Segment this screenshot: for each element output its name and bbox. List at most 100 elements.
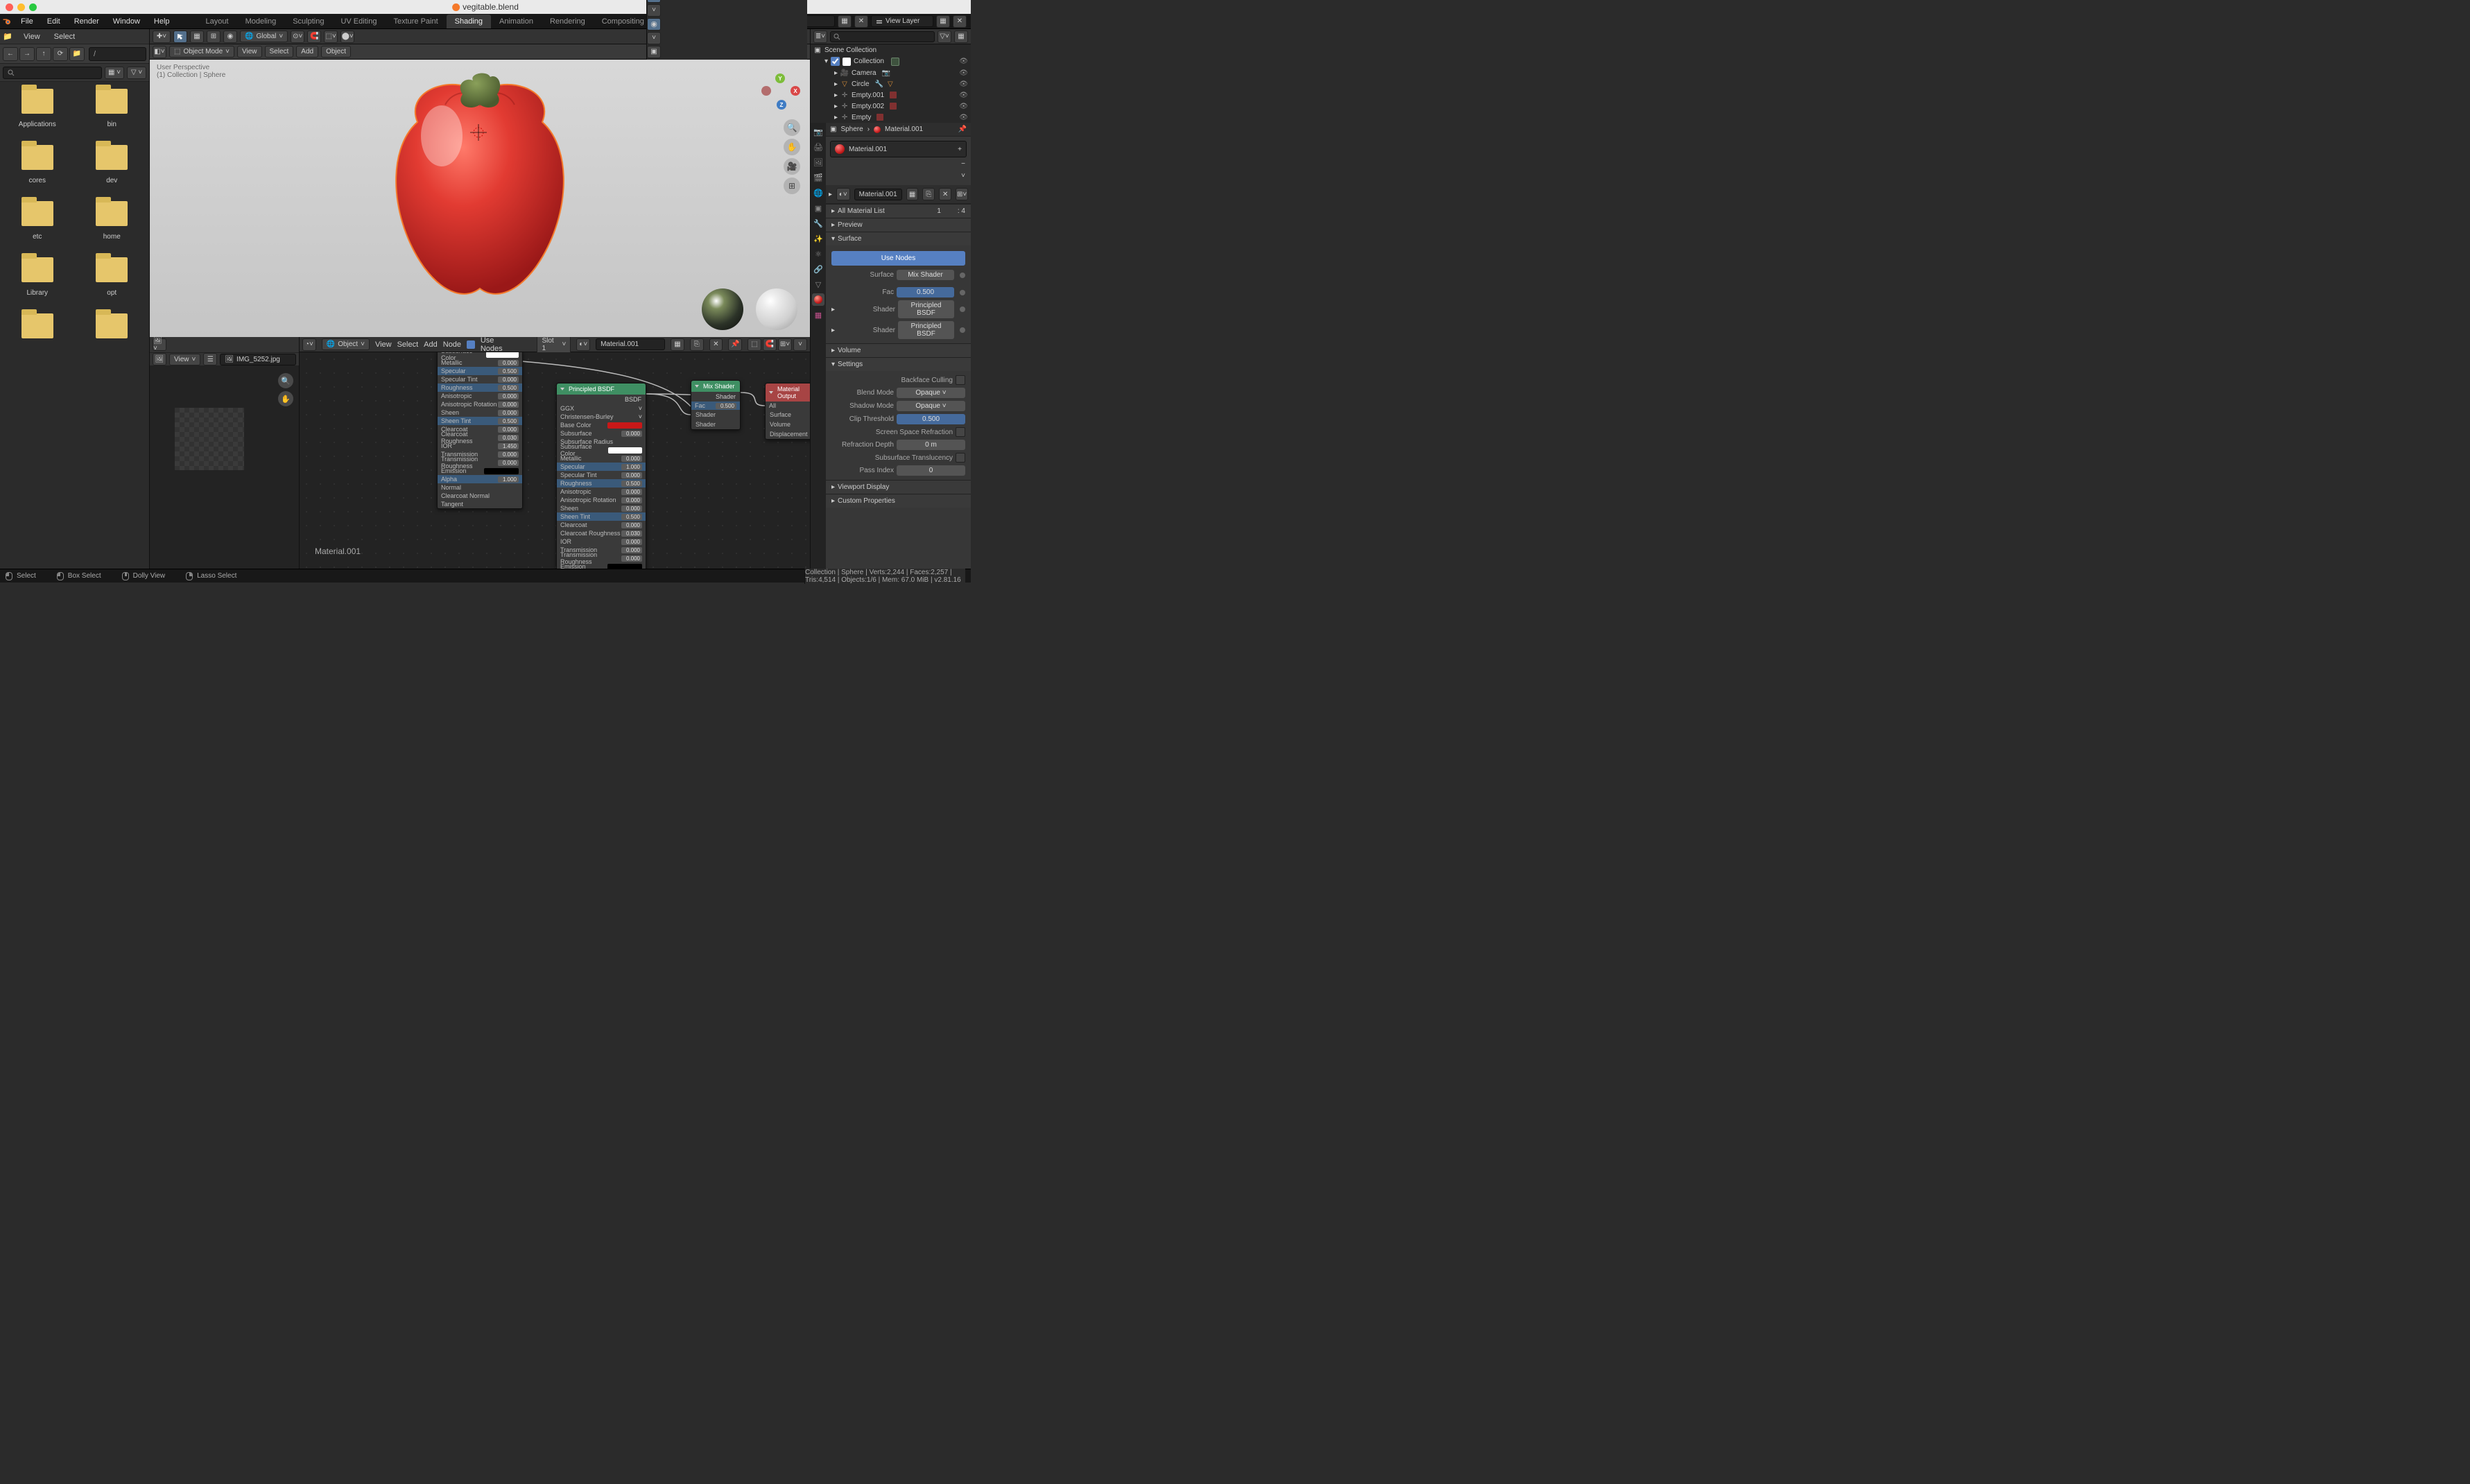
snap-element-button[interactable]: ▦ (190, 31, 204, 43)
path-field[interactable]: / (89, 47, 146, 61)
image-name-field[interactable]: 🖼 IMG_5252.jpg (220, 354, 296, 365)
tab-output[interactable]: 🖨 (812, 141, 824, 153)
image-zoom-button[interactable]: 🔍 (278, 373, 293, 388)
vp-menu-add[interactable]: Add (296, 46, 318, 58)
folder-library[interactable]: Library (6, 257, 69, 297)
visibility-toggle[interactable]: 👁 (959, 103, 968, 110)
folder-cores[interactable]: cores (6, 145, 69, 184)
shader-type-dropdown[interactable]: 🌐 Object ˅ (322, 338, 370, 350)
socket-dot[interactable] (960, 307, 965, 312)
blend-mode-dropdown[interactable]: Opaque ˅ (897, 388, 965, 398)
ne-sidebar-button[interactable]: ˅ (793, 338, 807, 351)
workspace-tab-rendering[interactable]: Rendering (542, 15, 594, 28)
output-surface-socket[interactable]: Surface (766, 410, 810, 420)
material-new-button[interactable]: ▦ (671, 338, 684, 351)
folder-opt[interactable]: opt (80, 257, 144, 297)
nav-forward-button[interactable]: → (19, 47, 35, 61)
node-input-sheen-tint[interactable]: Sheen Tint0.500 (438, 417, 522, 425)
workspace-tab-animation[interactable]: Animation (491, 15, 542, 28)
node-input-ior[interactable]: IOR0.000 (557, 537, 646, 546)
node-input-anisotropic[interactable]: Anisotropic0.000 (557, 488, 646, 496)
minimize-window-button[interactable] (17, 3, 25, 11)
folder-bin[interactable]: bin (80, 89, 144, 128)
node-input-clearcoat[interactable]: Clearcoat0.000 (557, 521, 646, 529)
node-principled-partial[interactable]: Subsurface ColorMetallic0.000Specular0.5… (437, 352, 523, 509)
outliner-filter-button[interactable]: ▽˅ (938, 31, 951, 43)
material-pin-button[interactable]: 📌 (728, 338, 742, 351)
image-viewport[interactable]: 🔍 ✋ (150, 366, 299, 569)
transform-orientation-dropdown[interactable]: 🌐 Global ˅ (240, 31, 288, 42)
overlays-toggle[interactable]: ◉ (647, 18, 661, 31)
workspace-tab-modeling[interactable]: Modeling (237, 15, 285, 28)
image-pan-button[interactable]: ✋ (278, 391, 293, 406)
nav-refresh-button[interactable]: ⟳ (53, 47, 68, 61)
slot-dropdown[interactable]: Slot 1 ˅ (537, 335, 571, 354)
vp-menu-select[interactable]: Select (265, 46, 294, 58)
image-mode-icon[interactable]: 🖼 (153, 353, 166, 365)
socket-dot[interactable] (960, 290, 965, 295)
fac-slider[interactable]: 0.500 (897, 287, 954, 297)
outliner-type-icon[interactable]: ≣˅ (813, 31, 827, 43)
image-view-menu[interactable]: View ˅ (169, 354, 200, 365)
tab-render[interactable]: 📷 (812, 126, 824, 138)
outliner-new-button[interactable]: ▦ (954, 31, 968, 43)
pin-icon[interactable]: 📌 (958, 126, 967, 133)
outliner-collection[interactable]: ▾ Collection 👁 (811, 55, 971, 67)
folder-item[interactable] (80, 313, 144, 345)
node-input-roughness[interactable]: Roughness0.500 (557, 479, 646, 488)
tab-physics[interactable]: ⚛ (812, 248, 824, 260)
outliner-scene-collection[interactable]: ▣ Scene Collection (811, 44, 971, 55)
scene-new-button[interactable]: ▦ (838, 15, 852, 28)
node-input-sheen-tint[interactable]: Sheen Tint0.500 (557, 512, 646, 521)
material-slot[interactable]: Material.001 + (830, 141, 967, 157)
tab-particles[interactable]: ✨ (812, 232, 824, 245)
section-surface[interactable]: ▾Surface (826, 232, 971, 245)
axis-x[interactable]: X (791, 86, 800, 96)
workspace-tab-shading[interactable]: Shading (447, 15, 491, 28)
node-input-subsurface[interactable]: Subsurface0.000 (557, 429, 646, 438)
mat-nodetree-button[interactable]: ⊞˅ (956, 188, 968, 200)
tab-object[interactable]: ▣ (812, 202, 824, 214)
fb-menu-select[interactable]: Select (54, 33, 76, 41)
socket-dot[interactable] (960, 327, 965, 333)
hdri-preview-ball[interactable] (702, 288, 743, 330)
prop-edit-button[interactable]: ◉ (223, 31, 237, 43)
pepper-model[interactable] (376, 67, 584, 302)
output-displacement-socket[interactable]: Displacement (766, 429, 810, 439)
node-input-specular[interactable]: Specular0.500 (438, 367, 522, 375)
node-input-base-color[interactable]: Base Color (557, 421, 646, 429)
pivot-button[interactable]: ⊙˅ (291, 31, 304, 43)
node-input-normal[interactable]: Normal (438, 483, 522, 492)
ne-options-button[interactable]: ⊞˅ (778, 338, 792, 351)
visibility-toggle[interactable]: 👁 (959, 80, 968, 88)
section-volume[interactable]: ▸Volume (826, 344, 971, 357)
shader1-dropdown[interactable]: Principled BSDF (898, 300, 954, 318)
tab-scene[interactable]: 🎬 (812, 171, 824, 184)
nav-newfolder-button[interactable]: 📁 (69, 47, 85, 61)
mat-unlink-button[interactable]: ✕ (939, 188, 951, 200)
image-menu-button[interactable]: ☰ (203, 353, 217, 365)
display-mode-button[interactable]: ▦ ˅ (105, 67, 124, 79)
vp-menu-object[interactable]: Object (321, 46, 351, 58)
disclosure-icon[interactable]: ▸ (834, 114, 838, 121)
tab-material[interactable] (812, 293, 824, 306)
node-input-anisotropic-rotation[interactable]: Anisotropic Rotation0.000 (557, 496, 646, 504)
node-input-alpha[interactable]: Alpha1.000 (438, 475, 522, 483)
menu-help[interactable]: Help (147, 17, 177, 26)
proportional-button[interactable]: ⬤˅ (340, 31, 354, 43)
workspace-tab-compositing[interactable]: Compositing (594, 15, 653, 28)
ssr-checkbox[interactable] (956, 427, 965, 437)
backface-culling-checkbox[interactable] (956, 375, 965, 385)
outliner-item-camera[interactable]: ▸🎥Camera📷👁 (811, 67, 971, 78)
node-mix-shader[interactable]: Mix Shader Shader Fac0.500 Shader Shader (691, 380, 741, 430)
node-material-output[interactable]: Material Output All˅ Surface Volume Disp… (765, 383, 810, 440)
tab-mesh[interactable]: ▽ (812, 278, 824, 291)
ne-backdrop-button[interactable]: ⬚ (748, 338, 761, 351)
material-name-input[interactable]: Material.001 (854, 189, 902, 200)
node-area[interactable]: Subsurface ColorMetallic0.000Specular0.5… (300, 352, 810, 569)
overlay-settings[interactable]: ˅ (647, 32, 661, 44)
zoom-button[interactable]: 🔍 (784, 119, 800, 136)
node-input-subsurface-color[interactable]: Subsurface Color (557, 446, 646, 454)
menu-window[interactable]: Window (106, 17, 147, 26)
node-input-roughness[interactable]: Roughness0.500 (438, 383, 522, 392)
